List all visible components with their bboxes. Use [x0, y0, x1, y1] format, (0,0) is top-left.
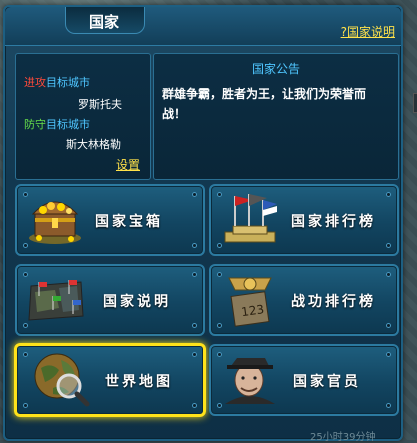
notice-body: 群雄争霸，胜者为王，让我们为荣誉而战！	[162, 87, 367, 121]
attack-city-name: 罗斯托夫	[78, 98, 122, 111]
nation-window: 国家 ?国家说明 进攻目标城市 罗斯托夫 防守目标城市 斯大林格勒 设置 国家公…	[3, 5, 403, 441]
window-titlebar: 国家 ?国家说明	[5, 7, 401, 46]
attack-tag: 进攻	[24, 76, 46, 89]
defend-target-sublabel: 目标城市	[46, 118, 90, 131]
window-title: 国家	[88, 13, 119, 31]
globe-magnifier-icon	[34, 353, 90, 407]
medal-icon: 123	[228, 277, 272, 327]
nation-officials-label: 国家官员	[293, 374, 361, 390]
nation-info-label: 国家说明	[103, 294, 171, 310]
defend-tag: 防守	[24, 118, 46, 131]
world-map-label: 世界地图	[105, 374, 173, 390]
defend-city-name: 斯大林格勒	[66, 138, 121, 151]
nation-treasure-button[interactable]: 国家宝箱	[15, 184, 205, 256]
settings-link[interactable]: 设置	[116, 156, 140, 173]
officer-portrait-icon	[225, 358, 275, 404]
nation-officials-button[interactable]: 国家官员	[209, 344, 399, 416]
merit-ranking-button[interactable]: 123 战功排行榜	[209, 264, 399, 336]
nation-ranking-button[interactable]: 国家排行榜	[209, 184, 399, 256]
close-button[interactable]: X	[413, 93, 417, 113]
nation-treasure-label: 国家宝箱	[95, 214, 163, 230]
map-flags-icon	[28, 280, 84, 321]
notice-panel: 国家公告 群雄争霸，胜者为王，让我们为荣誉而战！	[153, 53, 399, 180]
flags-podium-icon	[224, 194, 277, 243]
nation-info-button[interactable]: 国家说明	[15, 264, 205, 336]
help-link[interactable]: ?国家说明	[341, 23, 395, 40]
timer-text: 25小时39分钟	[310, 432, 376, 443]
world-map-button[interactable]: 世界地图	[14, 343, 206, 417]
treasure-chest-icon	[29, 201, 81, 244]
attack-target-label: 进攻目标城市	[24, 74, 90, 90]
attack-target-sublabel: 目标城市	[46, 76, 90, 89]
target-city-panel: 进攻目标城市 罗斯托夫 防守目标城市 斯大林格勒 设置	[15, 53, 151, 180]
merit-ranking-label: 战功排行榜	[291, 294, 376, 310]
nation-ranking-label: 国家排行榜	[291, 214, 376, 230]
defend-target-label: 防守目标城市	[24, 116, 90, 132]
notice-title: 国家公告	[251, 62, 300, 76]
